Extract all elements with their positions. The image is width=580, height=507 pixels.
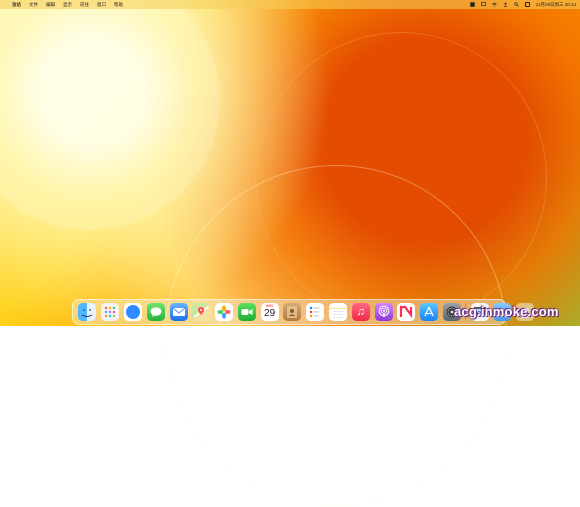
watermark-text: acg.inmoke.com: [454, 304, 559, 319]
maps-icon[interactable]: [192, 303, 211, 321]
menu-edit[interactable]: 编辑: [46, 2, 55, 8]
messages-icon[interactable]: [146, 303, 165, 321]
contacts-icon[interactable]: [283, 303, 302, 321]
search-icon[interactable]: [514, 2, 519, 7]
photos-icon[interactable]: [215, 303, 234, 321]
wallpaper-ring: [255, 32, 547, 324]
music-icon[interactable]: ♫: [351, 303, 370, 321]
status-area: 11月29日周三 20:14: [470, 2, 580, 8]
podcasts-icon[interactable]: [374, 303, 393, 321]
mail-icon[interactable]: [169, 303, 188, 321]
calendar-day: 29: [264, 308, 276, 319]
calendar-icon[interactable]: NOV 29: [260, 303, 279, 321]
menu-view[interactable]: 显示: [63, 2, 72, 8]
finder-icon[interactable]: [78, 303, 97, 321]
launchpad-icon[interactable]: [101, 303, 120, 321]
news-icon[interactable]: [397, 303, 416, 321]
music-note-glyph: ♫: [356, 306, 365, 318]
wifi-icon[interactable]: [492, 2, 497, 7]
notes-icon[interactable]: [328, 303, 347, 321]
appstore-icon[interactable]: [420, 303, 439, 321]
menu-go[interactable]: 前往: [80, 2, 89, 8]
dock: NOV 29 ♫: [72, 299, 535, 325]
menu-help[interactable]: 帮助: [114, 2, 123, 8]
reminders-icon[interactable]: [306, 303, 325, 321]
screen-mirroring-icon[interactable]: [480, 2, 486, 7]
status-menu-icon[interactable]: [470, 2, 475, 7]
menu-clock[interactable]: 11月29日周三 20:14: [536, 2, 576, 8]
menu-file[interactable]: 文件: [29, 2, 38, 8]
facetime-icon[interactable]: [237, 303, 256, 321]
control-center-icon[interactable]: [524, 2, 530, 7]
menu-window[interactable]: 窗口: [97, 2, 106, 8]
user-icon[interactable]: [503, 2, 508, 7]
app-menu-finder[interactable]: 访达: [12, 2, 21, 8]
safari-icon[interactable]: [123, 303, 142, 321]
menu-bar: 访达 文件 编辑 显示 前往 窗口 帮助 11月29日周三 20:14: [0, 0, 580, 9]
